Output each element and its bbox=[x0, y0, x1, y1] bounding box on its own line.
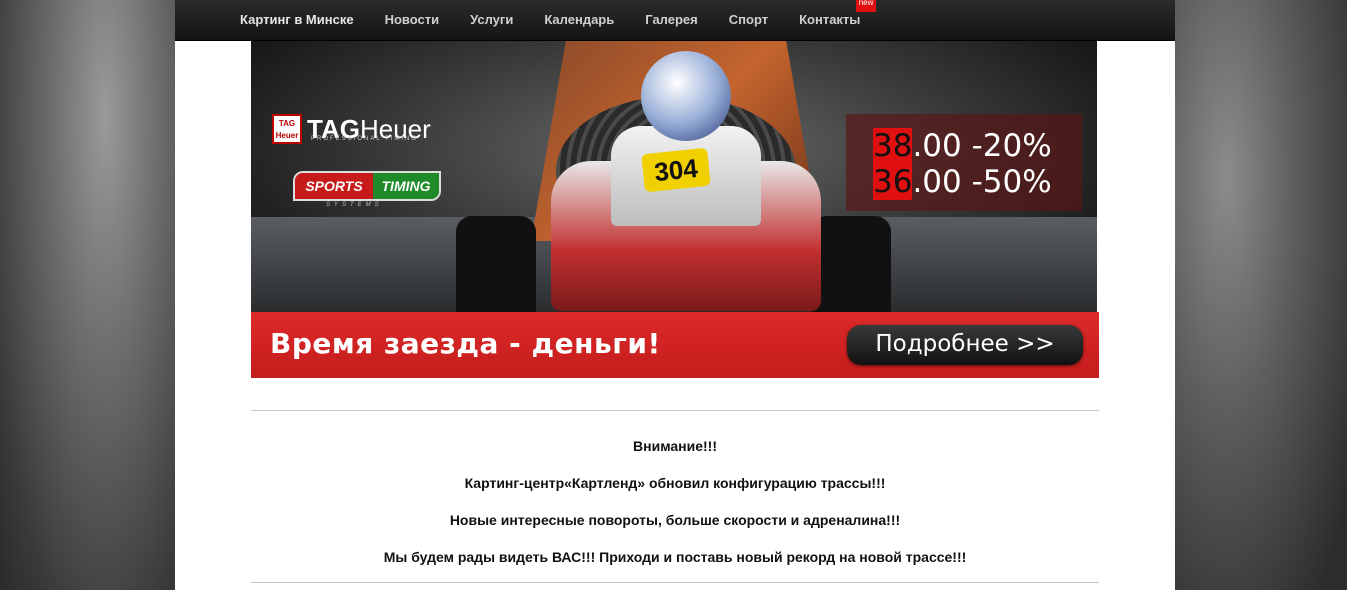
kart-wheel-left bbox=[456, 216, 536, 312]
nav-item-contacts: Контакты new bbox=[799, 0, 877, 29]
nav-link-services[interactable]: Услуги bbox=[470, 12, 513, 27]
promo-bar: Время заезда - деньги! Подробнее >> bbox=[251, 312, 1099, 378]
nav-item-news: Новости bbox=[385, 11, 440, 29]
driver-helmet bbox=[641, 51, 731, 141]
top-navigation: Картинг в Минске Новости Услуги Календар… bbox=[175, 0, 1175, 41]
sports-timing-right: TIMING bbox=[373, 173, 439, 199]
sports-timing-subtitle: SYSTEMS bbox=[326, 202, 383, 208]
nav-link-contacts[interactable]: Контакты bbox=[799, 12, 860, 27]
notice-block: Внимание!!! Картинг-центр«Картленд» обно… bbox=[251, 437, 1099, 585]
price-1-rest: .00 -20% bbox=[912, 128, 1052, 164]
page-container: Картинг в Минске Новости Услуги Календар… bbox=[175, 0, 1175, 590]
divider-bottom bbox=[251, 582, 1099, 583]
sports-timing-logo: SPORTS TIMING bbox=[293, 171, 441, 201]
background-right bbox=[1175, 0, 1347, 590]
nav-list: Картинг в Минске Новости Услуги Календар… bbox=[240, 0, 891, 40]
nav-link-calendar[interactable]: Календарь bbox=[544, 12, 614, 27]
nav-item-sport: Спорт bbox=[729, 11, 768, 29]
nav-item-home: Картинг в Минске bbox=[240, 11, 354, 29]
divider-top bbox=[251, 410, 1099, 411]
notice-line-2: Картинг-центр«Картленд» обновил конфигур… bbox=[464, 475, 886, 491]
notice-line-4: Мы будем рады видеть ВАС!!! Приходи и по… bbox=[383, 549, 967, 565]
kart-wheel-right bbox=[811, 216, 891, 312]
notice-line-3: Новые интересные повороты, больше скорос… bbox=[449, 512, 901, 528]
sports-timing-left: SPORTS bbox=[295, 173, 373, 199]
nav-link-gallery[interactable]: Галерея bbox=[645, 12, 698, 27]
new-badge: new bbox=[855, 0, 877, 12]
notice-line-1: Внимание!!! bbox=[633, 438, 717, 454]
nav-link-sport[interactable]: Спорт bbox=[729, 12, 768, 27]
nav-item-calendar: Календарь bbox=[544, 11, 614, 29]
price-box: 38.00 -20% 36.00 -50% bbox=[846, 114, 1082, 211]
nav-item-gallery: Галерея bbox=[645, 11, 698, 29]
nav-item-services: Услуги bbox=[470, 11, 513, 29]
hero-banner[interactable]: 304 TAG Heuer TAGHeuer PROFESSIONAL TIMI… bbox=[251, 41, 1097, 312]
price-line-2: 36.00 -50% bbox=[873, 164, 1052, 200]
nav-link-news[interactable]: Новости bbox=[385, 12, 440, 27]
background-left bbox=[0, 0, 175, 590]
price-2-rest: .00 -50% bbox=[912, 164, 1052, 200]
nav-link-home[interactable]: Картинг в Минске bbox=[240, 12, 354, 27]
tag-heuer-shield-icon: TAG Heuer bbox=[272, 114, 302, 144]
promo-title: Время заезда - деньги! bbox=[270, 327, 661, 360]
kart-number-plate: 304 bbox=[641, 147, 711, 193]
price-2-highlight: 36 bbox=[873, 164, 913, 200]
more-details-button[interactable]: Подробнее >> bbox=[847, 325, 1083, 365]
price-line-1: 38.00 -20% bbox=[873, 128, 1052, 164]
tag-heuer-subtitle: PROFESSIONAL TIMING bbox=[311, 136, 419, 142]
price-1-highlight: 38 bbox=[873, 128, 913, 164]
